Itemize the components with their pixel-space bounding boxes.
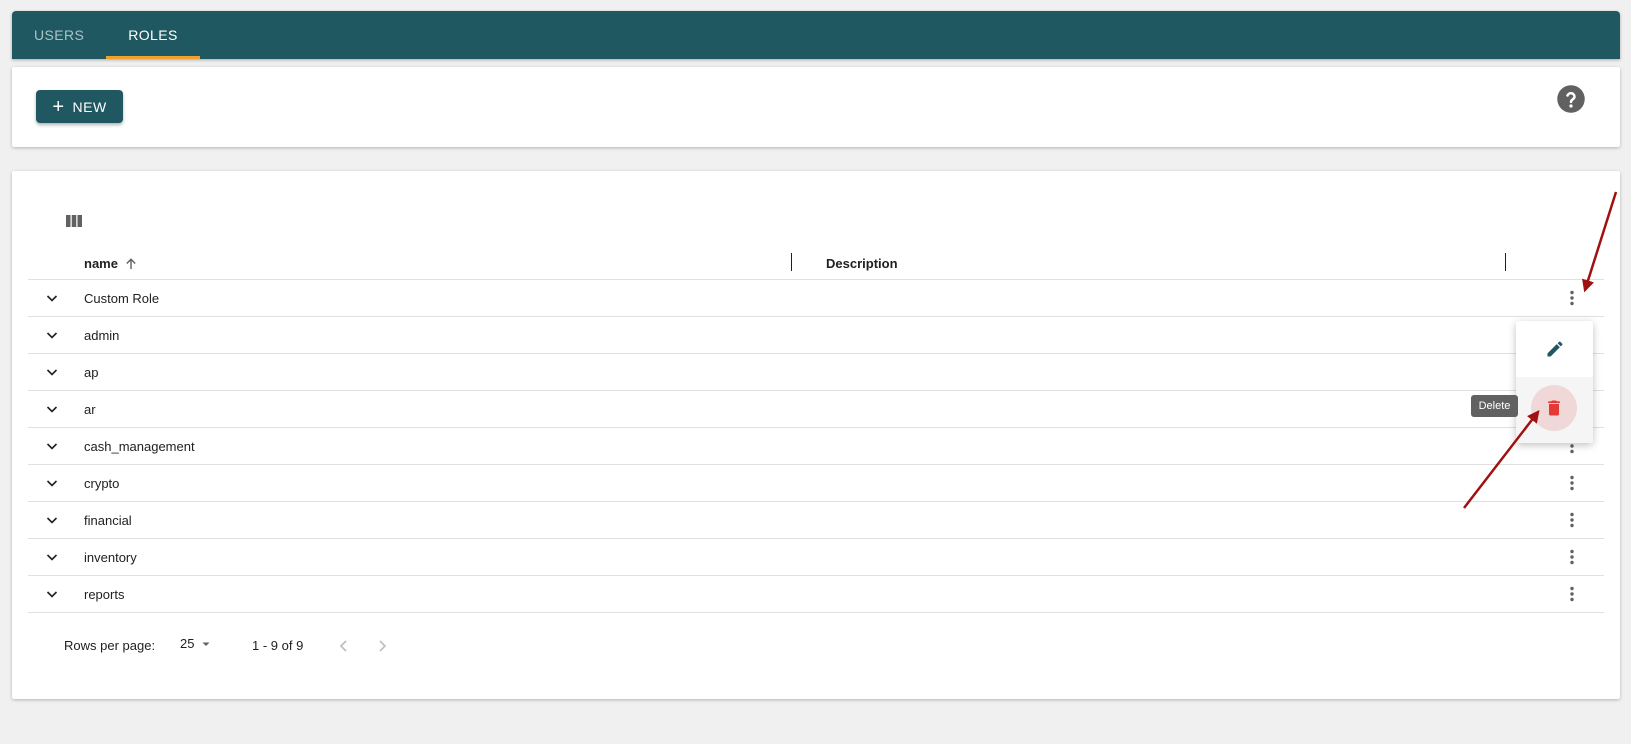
tab-roles[interactable]: ROLES: [106, 11, 201, 59]
column-header-description-label: Description: [826, 256, 898, 271]
more-vert-icon[interactable]: [1562, 288, 1582, 308]
edit-button[interactable]: [1516, 321, 1593, 377]
tab-users[interactable]: USERS: [12, 11, 106, 59]
view-columns-icon[interactable]: [64, 211, 84, 231]
new-button[interactable]: + NEW: [36, 90, 123, 123]
delete-tooltip: Delete: [1471, 395, 1518, 417]
caret-down-icon: [202, 642, 210, 646]
role-name-cell: inventory: [84, 549, 137, 565]
pagination: Rows per page: 25 1 - 9 of 9: [28, 631, 1604, 661]
rows-per-page-select[interactable]: 25: [180, 636, 212, 651]
role-name-cell: financial: [84, 512, 132, 528]
help-circle-icon[interactable]: [1556, 84, 1586, 114]
tab-bar: USERS ROLES: [12, 11, 1620, 59]
table-body: Custom Role admin ap ar cash_managementcrypt…: [28, 280, 1604, 613]
chevron-down-icon[interactable]: [44, 475, 60, 491]
table-row[interactable]: cash_management: [28, 428, 1604, 465]
rows-per-page-value: 25: [180, 636, 195, 651]
table-row[interactable]: Custom Role: [28, 280, 1604, 317]
table-row[interactable]: admin: [28, 317, 1604, 354]
more-vert-icon[interactable]: [1562, 510, 1582, 530]
chevron-down-icon[interactable]: [44, 438, 60, 454]
column-resize-handle[interactable]: [791, 253, 792, 271]
column-resize-handle[interactable]: [1505, 253, 1506, 271]
delete-row: [1516, 377, 1593, 443]
table-row[interactable]: crypto: [28, 465, 1604, 502]
column-header-description[interactable]: Description: [826, 256, 898, 271]
role-name-cell: ar: [84, 401, 96, 417]
sort-ascending-icon: [126, 257, 136, 269]
more-vert-icon[interactable]: [1562, 473, 1582, 493]
row-actions-popover: [1516, 321, 1593, 443]
tab-roles-label: ROLES: [128, 27, 178, 43]
trash-icon: [1548, 400, 1560, 416]
roles-table-card: name Description Custom Role admin ap ar cas…: [12, 171, 1620, 699]
next-page-icon[interactable]: [372, 636, 392, 656]
chevron-down-icon[interactable]: [44, 549, 60, 565]
role-name-cell: crypto: [84, 475, 120, 491]
table-row[interactable]: financial: [28, 502, 1604, 539]
pagination-range: 1 - 9 of 9: [252, 638, 304, 653]
role-name-cell: reports: [84, 586, 125, 602]
role-name-cell: Custom Role: [84, 290, 160, 306]
table-row[interactable]: ar: [28, 391, 1604, 428]
chevron-down-icon[interactable]: [44, 290, 60, 306]
chevron-down-icon[interactable]: [44, 327, 60, 343]
table-row[interactable]: inventory: [28, 539, 1604, 576]
table-header: name Description: [28, 249, 1604, 280]
role-name-cell: cash_management: [84, 438, 195, 454]
table-row[interactable]: reports: [28, 576, 1604, 613]
new-button-label: NEW: [72, 98, 107, 115]
chevron-down-icon[interactable]: [44, 401, 60, 417]
more-vert-icon[interactable]: [1562, 547, 1582, 567]
table-row[interactable]: ap: [28, 354, 1604, 391]
chevron-down-icon[interactable]: [44, 364, 60, 380]
delete-button[interactable]: [1531, 385, 1577, 431]
pencil-icon: [1547, 341, 1563, 357]
previous-page-icon[interactable]: [334, 636, 354, 656]
toolbar-card: + NEW: [12, 67, 1620, 147]
plus-icon: +: [52, 95, 65, 118]
tab-users-label: USERS: [34, 27, 85, 43]
role-name-cell: ap: [84, 364, 99, 380]
chevron-down-icon[interactable]: [44, 586, 60, 602]
column-header-name-label: name: [84, 256, 118, 271]
chevron-down-icon[interactable]: [44, 512, 60, 528]
role-name-cell: admin: [84, 327, 120, 343]
column-header-name[interactable]: name: [84, 256, 138, 271]
more-vert-icon[interactable]: [1562, 584, 1582, 604]
rows-per-page-label: Rows per page:: [64, 638, 156, 653]
